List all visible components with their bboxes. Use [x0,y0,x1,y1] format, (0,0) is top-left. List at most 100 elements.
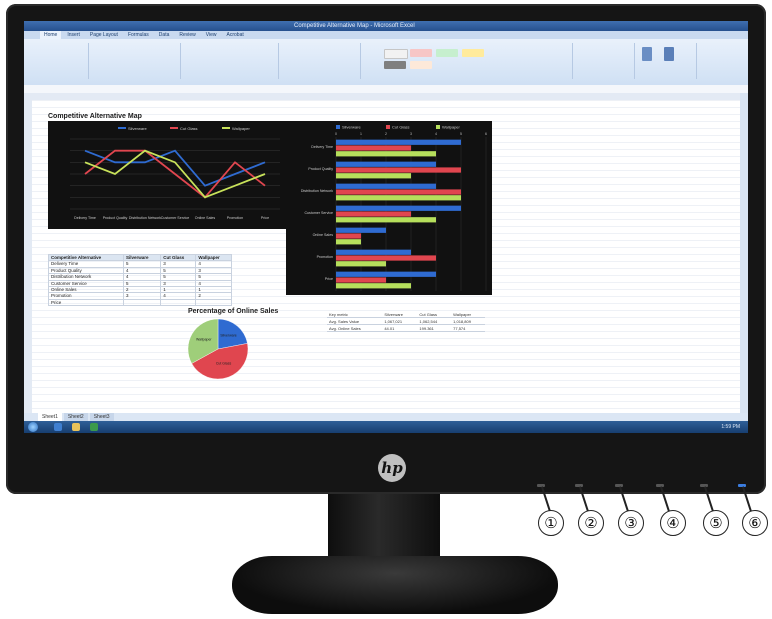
bar [336,145,411,151]
pie-chart[interactable]: Silverware Cut Glass Wallpaper [174,313,264,383]
legend-swatch [336,125,340,129]
number-group[interactable] [280,43,361,79]
sheet-tabs: Sheet1 Sheet2 Sheet3 [24,413,748,421]
table-cell[interactable] [195,298,232,307]
legend-label: Wallpaper [232,126,251,131]
summary-cell[interactable]: 44.01 [382,324,418,332]
ribbon [24,39,748,86]
bar [336,183,436,189]
y-tick-label: Delivery Time [311,145,333,149]
tab-home[interactable]: Home [40,31,62,39]
callout-3: ③ [618,510,644,536]
y-tick-label: Distribution Network [301,189,333,193]
pie-label: Silverware [220,333,236,337]
screen: Competitive Alternative Map - Microsoft … [24,21,748,433]
monitor-base [232,556,558,614]
style-neutral[interactable] [462,49,484,57]
table-cell[interactable]: Price [48,298,124,307]
tab-formulas[interactable]: Formulas [124,31,153,39]
style-check-cell[interactable] [410,61,432,69]
series-line-0 [84,149,266,187]
style-normal[interactable] [384,49,408,59]
table-cell[interactable] [160,298,197,307]
bar [336,217,436,223]
tab-data[interactable]: Data [155,31,174,39]
sheet-tab-3[interactable]: Sheet3 [89,413,114,421]
tab-acrobat[interactable]: Acrobat [223,31,248,39]
clipboard-group[interactable] [28,43,89,79]
bar [336,255,436,261]
start-button-icon[interactable] [28,422,38,432]
y-tick-label: Price [325,277,333,281]
callout-5: ⑤ [703,510,729,536]
monitor-bezel: Competitive Alternative Map - Microsoft … [6,4,766,494]
tab-view[interactable]: View [202,31,221,39]
bar [336,239,361,245]
x-tick-label: Distribution Network [129,216,161,220]
bar [336,211,411,217]
font-group[interactable] [90,43,181,79]
summary-cell[interactable]: 199.361 [417,324,452,332]
x-tick-label: Price [261,216,269,220]
summary-row: Avg. Sales Value 1,067,021 1,062,544 1,018,… [327,317,485,325]
bar-chart[interactable]: 0 1 2 3 4 5 6 Delivery Time Product Quality Distr… [286,121,492,295]
callout-6: ⑥ [742,510,768,536]
legend-label: Silverware [342,125,361,130]
ie-icon[interactable] [54,423,62,431]
find-select-icon[interactable] [664,47,674,61]
tab-review[interactable]: Review [175,31,199,39]
callout-4: ④ [660,510,686,536]
pie-label: Cut Glass [216,362,232,366]
legend-label: Silverware [128,126,147,131]
x-tick-label: Promotion [227,216,243,220]
bar [336,151,436,157]
style-calculation[interactable] [384,61,406,69]
style-good[interactable] [436,49,458,57]
excel-taskbar-icon[interactable] [90,423,98,431]
bar [336,167,461,173]
sheet-tab-1[interactable]: Sheet1 [38,413,62,421]
x-tick-label: Product Quality [103,216,128,220]
summary-table: Key metric Silverware Cut Glass Wallpaper Av… [327,311,485,332]
cells-group[interactable] [574,43,635,79]
line-chart[interactable]: Silverware Cut Glass Wallpaper Delivery Tim… [48,121,288,229]
sheet-tab-2[interactable]: Sheet2 [63,413,88,421]
table-cell[interactable] [122,298,162,307]
explorer-icon[interactable] [72,423,80,431]
summary-cell[interactable]: Avg. Online Sales [327,324,383,332]
summary-cell[interactable]: 1,018,809 [451,317,485,325]
y-tick-label: Online Sales [313,233,334,237]
sheet-title: Competitive Alternative Map [48,113,142,120]
x-tick-label: Online Sales [195,216,216,220]
x-tick-label: 3 [410,132,412,136]
bar [336,173,411,179]
x-tick-label: 2 [385,132,387,136]
legend-swatch [170,127,178,129]
bar [336,161,436,167]
legend-label: Cut Glass [180,126,198,131]
bar [336,277,386,283]
alignment-group[interactable] [182,43,279,79]
tab-insert[interactable]: Insert [63,31,84,39]
x-tick-label: 4 [435,132,437,136]
x-tick-label: 0 [335,132,337,136]
style-bad[interactable] [410,49,432,57]
bar [336,139,461,145]
table-row: Price [48,298,232,307]
vertical-scrollbar[interactable] [740,93,748,413]
x-tick-label: 1 [360,132,362,136]
summary-cell[interactable]: 1,062,544 [417,317,452,325]
x-tick-label: 5 [460,132,462,136]
y-tick-label: Customer Service [304,211,333,215]
x-tick-label: Customer Service [161,216,190,220]
summary-cell[interactable]: Avg. Sales Value [327,317,383,325]
summary-cell[interactable]: 77,574 [451,324,485,332]
hp-logo: hp [378,454,406,482]
legend-label: Wallpaper [442,125,461,130]
callout-1: ① [538,510,564,536]
bar [336,195,461,201]
summary-cell[interactable]: 1,067,021 [382,317,418,325]
sort-filter-icon[interactable] [642,47,652,61]
tab-page-layout[interactable]: Page Layout [86,31,122,39]
excel-title-bar: Competitive Alternative Map - Microsoft … [24,21,748,31]
